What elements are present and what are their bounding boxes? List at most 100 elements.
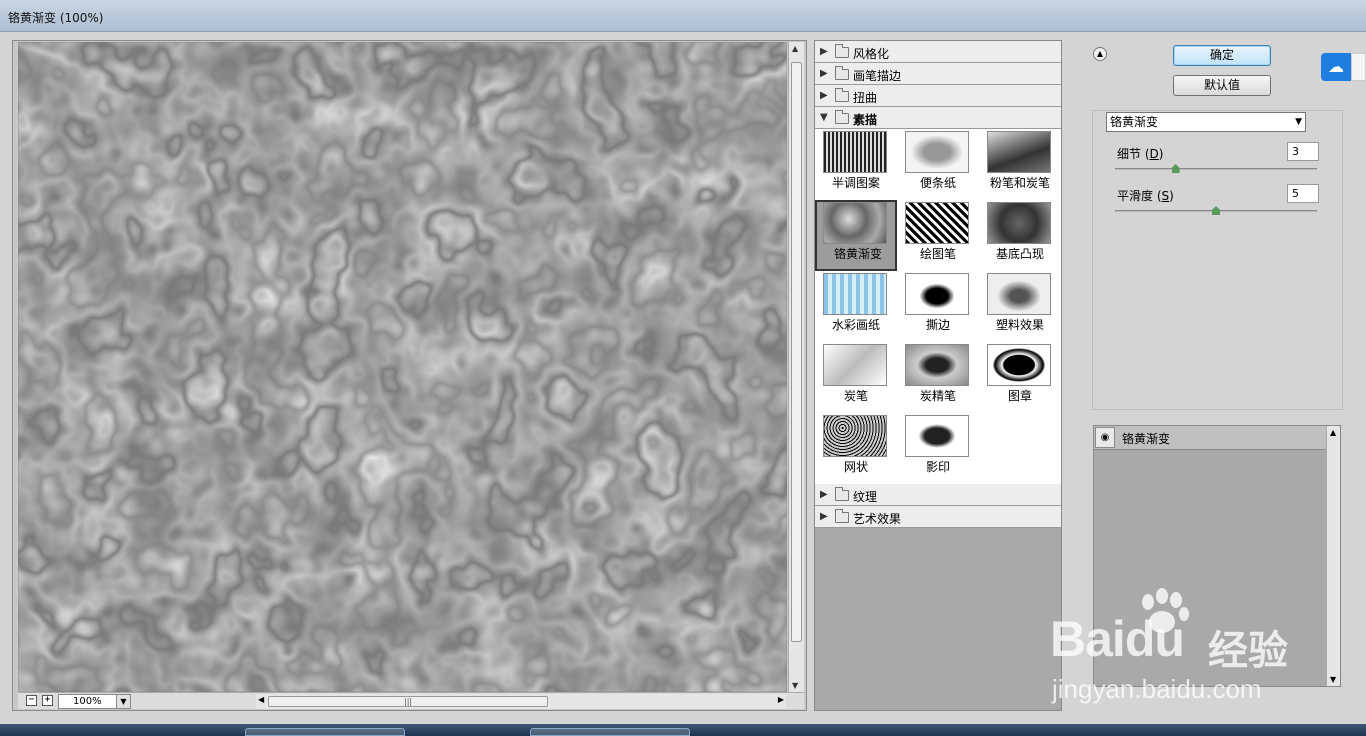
thumb-bas-relief[interactable]: 基底凸现 [979, 200, 1061, 271]
thumb-label: 影印 [925, 460, 950, 474]
zoom-out-button[interactable]: − [26, 695, 37, 706]
category-artistic[interactable]: ▶ 艺术效果 [815, 506, 1061, 528]
sketch-filter-thumbnails: 半调图案 便条纸 粉笔和炭笔 铬黄渐变 绘图笔 基底凸现 水彩画纸 撕边 塑料效… [815, 129, 1061, 484]
thumb-photocopy[interactable]: 影印 [897, 413, 979, 484]
preview-bottom-bar: − + 100% ▼ ◀ ||| ▶ [18, 692, 804, 709]
thumb-label: 粉笔和炭笔 [989, 176, 1050, 190]
scroll-thumb[interactable] [791, 62, 802, 642]
collapse-arrow-icon: ▼ [820, 112, 828, 123]
param-smoothness-input[interactable]: 5 [1287, 184, 1319, 203]
scroll-up-icon[interactable]: ▲ [792, 44, 798, 53]
thumb-label: 水彩画纸 [831, 318, 880, 332]
taskbar-button[interactable] [245, 728, 405, 736]
filter-select-value: 铬黄渐变 [1110, 115, 1159, 129]
collapse-gallery-icon[interactable]: ▲ [1093, 47, 1107, 61]
thumb-water-paper[interactable]: 水彩画纸 [815, 271, 897, 342]
category-stylize[interactable]: ▶ 风格化 [815, 41, 1061, 63]
folder-icon [835, 509, 849, 523]
thumbnail-image [905, 202, 969, 244]
category-sketch[interactable]: ▼ 素描 [815, 107, 1061, 129]
thumb-torn-edges[interactable]: 撕边 [897, 271, 979, 342]
category-distort[interactable]: ▶ 扭曲 [815, 85, 1061, 107]
thumbnail-image [987, 273, 1051, 315]
thumbnail-image [823, 344, 887, 386]
param-smoothness-slider[interactable] [1115, 206, 1317, 215]
thumbnail-image [905, 415, 969, 457]
effect-layers-panel: ◉ 铬黄渐变 ▲ ▼ [1093, 425, 1341, 687]
thumb-note-paper[interactable]: 便条纸 [897, 129, 979, 200]
expand-arrow-icon: ▶ [820, 68, 828, 79]
category-label: 艺术效果 [853, 512, 902, 526]
folder-icon [835, 66, 849, 80]
thumbnail-image [823, 273, 887, 315]
scroll-down-icon[interactable]: ▼ [1330, 675, 1336, 684]
folder-open-icon [835, 110, 849, 124]
expand-arrow-icon: ▶ [820, 489, 828, 500]
thumbnail-image [987, 131, 1051, 173]
expand-arrow-icon: ▶ [820, 46, 828, 57]
preview-horizontal-scrollbar[interactable]: ◀ ||| ▶ [256, 694, 786, 709]
expand-arrow-icon: ▶ [820, 511, 828, 522]
thumb-chalk-charcoal[interactable]: 粉笔和炭笔 [979, 129, 1061, 200]
param-smoothness-label: 平滑度 (S) [1117, 189, 1174, 203]
filter-gallery-panel: ▶ 风格化 ▶ 画笔描边 ▶ 扭曲 ▼ 素描 半调图案 便条纸 粉笔和炭笔 铬黄… [814, 40, 1062, 711]
scroll-thumb[interactable]: ||| [268, 696, 548, 707]
folder-icon [835, 44, 849, 58]
taskbar [0, 724, 1366, 736]
thumb-label: 基底凸现 [995, 247, 1044, 261]
thumb-graphic-pen[interactable]: 绘图笔 [897, 200, 979, 271]
taskbar-button[interactable] [530, 728, 690, 736]
thumb-charcoal[interactable]: 炭笔 [815, 342, 897, 413]
category-texture[interactable]: ▶ 纹理 [815, 484, 1061, 506]
thumb-label: 图章 [1007, 389, 1032, 403]
filter-select[interactable]: 铬黄渐变 ▼ [1106, 112, 1306, 132]
eye-icon[interactable]: ◉ [1095, 427, 1115, 448]
thumb-label: 半调图案 [831, 176, 880, 190]
default-button[interactable]: 默认值 [1173, 75, 1271, 96]
preview-vertical-scrollbar[interactable]: ▲ ▼ [788, 42, 804, 692]
side-strip [1351, 53, 1366, 81]
thumb-halftone-pattern[interactable]: 半调图案 [815, 129, 897, 200]
thumbnail-image [987, 344, 1051, 386]
thumb-label: 网状 [843, 460, 868, 474]
chrome-texture-image [18, 42, 787, 692]
thumb-conte-crayon[interactable]: 炭精笔 [897, 342, 979, 413]
window-title: 铬黄渐变 (100%) [8, 11, 104, 25]
thumbnail-image [823, 415, 887, 457]
param-detail-slider[interactable] [1115, 164, 1317, 173]
thumb-label: 炭精笔 [919, 389, 956, 403]
thumbnail-image [823, 131, 887, 173]
folder-icon [835, 88, 849, 102]
category-label: 风格化 [853, 47, 890, 61]
preview-canvas[interactable] [18, 42, 787, 692]
thumb-label: 铬黄渐变 [833, 247, 882, 261]
thumb-plaster[interactable]: 塑料效果 [979, 271, 1061, 342]
param-detail-input[interactable]: 3 [1287, 142, 1319, 161]
title-bar: 铬黄渐变 (100%) [0, 0, 1366, 32]
thumb-stamp[interactable]: 图章 [979, 342, 1061, 413]
scroll-left-icon[interactable]: ◀ [258, 695, 264, 704]
ok-button[interactable]: 确定 [1173, 45, 1271, 66]
scroll-right-icon[interactable]: ▶ [778, 695, 784, 704]
layers-scrollbar[interactable]: ▲ ▼ [1326, 426, 1340, 686]
category-label: 纹理 [853, 490, 878, 504]
thumb-label: 撕边 [925, 318, 950, 332]
thumb-chrome[interactable]: 铬黄渐变 [815, 200, 897, 271]
scroll-down-icon[interactable]: ▼ [792, 681, 798, 690]
param-detail-label: 细节 (D) [1117, 147, 1164, 161]
zoom-in-button[interactable]: + [42, 695, 53, 706]
grip-icon: ||| [404, 697, 413, 706]
thumb-reticulation[interactable]: 网状 [815, 413, 897, 484]
thumbnail-image [823, 202, 887, 244]
effect-layer-name: 铬黄渐变 [1122, 432, 1171, 446]
chevron-down-icon: ▼ [1295, 117, 1302, 127]
category-brush-strokes[interactable]: ▶ 画笔描边 [815, 63, 1061, 85]
cloud-sync-icon[interactable]: ☁ [1321, 53, 1351, 81]
scroll-up-icon[interactable]: ▲ [1330, 428, 1336, 437]
zoom-dropdown-icon[interactable]: ▼ [116, 694, 131, 709]
thumbnail-image [987, 202, 1051, 244]
thumb-label: 炭笔 [843, 389, 868, 403]
thumbnail-image [905, 273, 969, 315]
effect-layer-row[interactable]: ◉ 铬黄渐变 [1094, 426, 1326, 450]
category-label: 画笔描边 [853, 69, 902, 83]
